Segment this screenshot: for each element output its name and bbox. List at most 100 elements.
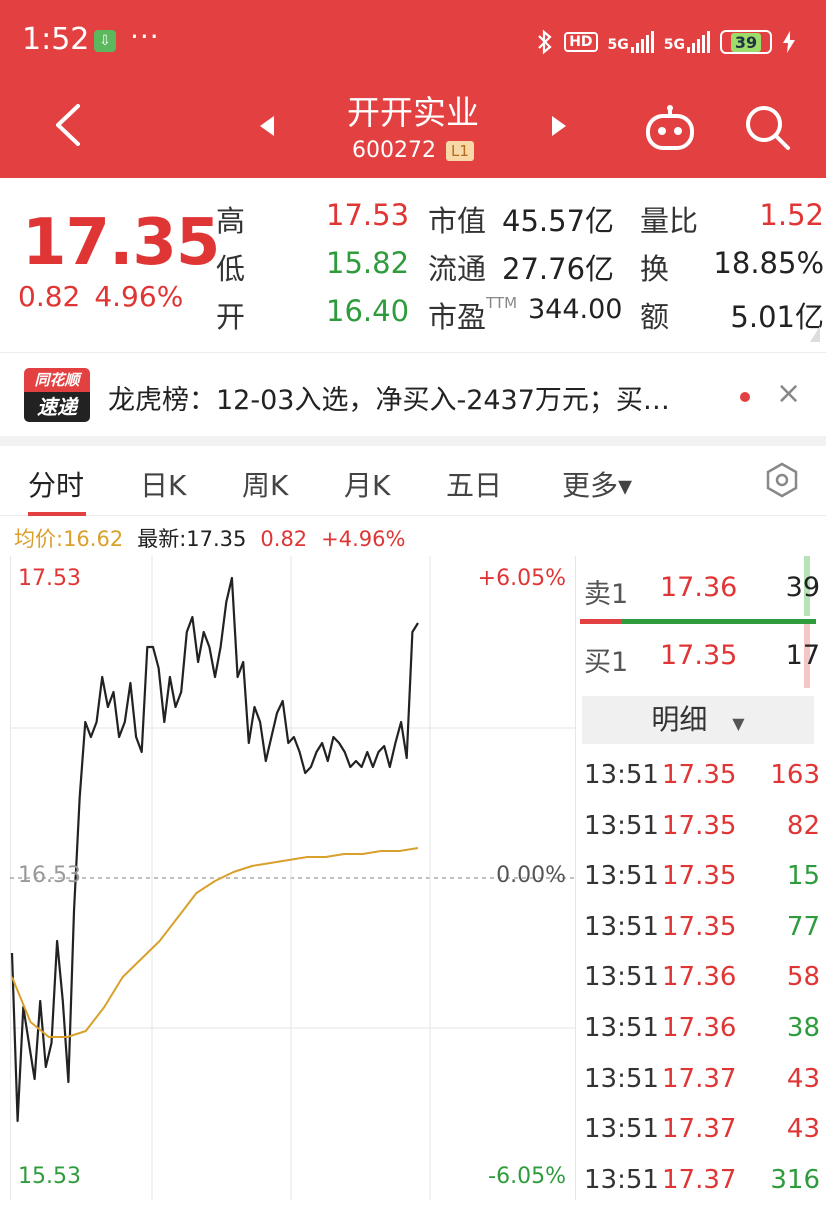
- pct-label-mid: 0.00%: [496, 863, 566, 888]
- trade-volume: 316: [770, 1164, 820, 1195]
- signal-icon: 5G: [608, 31, 654, 53]
- quote-panel: 17.35 0.82 4.96% 高 17.53 低 15.82 开 16.40 …: [0, 178, 826, 348]
- tab-five-day[interactable]: 五日: [446, 464, 502, 504]
- ask-price: 17.36: [660, 572, 738, 603]
- signal-icon-2: 5G: [664, 31, 710, 53]
- info-change-pct: +4.96%: [321, 527, 406, 551]
- tab-more[interactable]: 更多▾: [562, 464, 632, 504]
- trade-price: 17.36: [662, 1012, 737, 1043]
- trade-volume: 163: [770, 760, 820, 790]
- trade-time: 13:51: [584, 810, 659, 841]
- trade-volume: 77: [786, 911, 820, 942]
- ths-news-logo: 同花顺 速递: [24, 368, 90, 422]
- orderbook-ratio-bar: [580, 619, 816, 624]
- close-icon[interactable]: ×: [776, 376, 801, 411]
- expand-corner-icon: [810, 326, 820, 342]
- low-value: 15.82: [326, 246, 410, 280]
- download-icon: ⇩: [94, 30, 116, 52]
- turnover-value: 18.85%: [713, 246, 824, 280]
- trade-volume: 82: [786, 810, 820, 841]
- ask-label: 卖1: [584, 579, 629, 610]
- vol-ratio-label: 量比: [640, 204, 699, 238]
- vol-ratio-value: 1.52: [759, 198, 824, 232]
- current-price: 17.35: [22, 206, 220, 280]
- trade-time: 13:51: [584, 962, 659, 993]
- y-label-mid: 16.53: [18, 863, 81, 888]
- header: 1:52 ⇩ ··· HD 5G 5G 39 开开实业 600272 L1: [0, 0, 826, 178]
- orderbook-ratio-fill: [580, 619, 623, 624]
- mktcap-label: 市值: [428, 204, 487, 238]
- ask-volume: 39: [785, 572, 820, 603]
- status-bar: 1:52 ⇩ ··· HD 5G 5G 39: [0, 0, 826, 84]
- bid-label: 买1: [584, 647, 629, 678]
- trade-row: 13:51 17.37 43: [584, 1106, 820, 1157]
- tab-monthly-k[interactable]: 月K: [344, 464, 390, 504]
- unread-dot: [740, 392, 750, 402]
- trade-volume: 43: [786, 1063, 820, 1094]
- info-change: 0.82: [260, 527, 308, 551]
- next-stock-button[interactable]: [546, 114, 570, 138]
- news-ticker[interactable]: 同花顺 速递 龙虎榜：12-03入选，净买入-2437万元；买… ×: [0, 354, 826, 436]
- settings-icon[interactable]: [764, 462, 800, 498]
- amount-label: 额: [640, 300, 670, 334]
- search-icon[interactable]: [742, 102, 792, 152]
- trade-price: 17.35: [662, 911, 737, 942]
- trade-time: 13:51: [584, 1114, 659, 1145]
- trade-row: 13:51 17.37 316: [584, 1157, 820, 1207]
- open-value: 16.40: [326, 294, 410, 328]
- trade-row: 13:51 17.36 38: [584, 1005, 820, 1056]
- trade-time: 13:51: [584, 911, 659, 942]
- detail-dropdown[interactable]: 明细 ▼: [582, 696, 814, 744]
- low-label: 低: [216, 252, 246, 286]
- tab-intraday[interactable]: 分时: [28, 464, 84, 504]
- chevron-down-icon: ▼: [732, 714, 745, 733]
- trade-row: 13:51 17.35 77: [584, 904, 820, 955]
- trade-volume: 58: [786, 962, 820, 993]
- latest-price-label: 最新:17.35: [137, 527, 247, 551]
- trade-price: 17.37: [662, 1114, 737, 1145]
- section-gap: [0, 436, 826, 446]
- status-icons: HD 5G 5G 39: [536, 26, 796, 58]
- chart-svg: [10, 556, 576, 1200]
- stock-name: 开开实业: [347, 93, 479, 132]
- high-value: 17.53: [326, 198, 410, 232]
- pe-ttm-superscript: TTM: [486, 294, 518, 312]
- price-line: [10, 576, 419, 1123]
- battery-icon: 39: [720, 30, 772, 54]
- trade-price: 17.37: [662, 1063, 737, 1094]
- change-value: 0.82: [18, 280, 81, 313]
- bid-row: 买1 17.35 17: [584, 640, 820, 678]
- trade-time: 13:51: [584, 760, 659, 790]
- trade-list[interactable]: 13:51 17.35 163 13:51 17.35 82 13:51 17.35 15 13:…: [584, 752, 820, 1207]
- pct-label-bottom: -6.05%: [488, 1164, 566, 1189]
- robot-assistant-icon[interactable]: [644, 104, 696, 152]
- price-change: 0.82 4.96%: [18, 280, 183, 313]
- open-label: 开: [216, 300, 246, 334]
- float-label: 流通: [428, 252, 487, 286]
- tab-daily-k[interactable]: 日K: [140, 464, 186, 504]
- hd-icon: HD: [564, 32, 598, 52]
- pe-label: 市盈TTM: [428, 294, 518, 334]
- mktcap-value: 45.57亿: [502, 204, 615, 238]
- bid-volume: 17: [785, 640, 820, 671]
- trade-time: 13:51: [584, 1164, 659, 1195]
- clock: 1:52: [22, 22, 90, 57]
- bluetooth-icon: [538, 29, 552, 55]
- trade-price: 17.36: [662, 962, 737, 993]
- news-text[interactable]: 龙虎榜：12-03入选，净买入-2437万元；买…: [108, 378, 670, 417]
- stock-code: 600272: [352, 138, 437, 163]
- intraday-chart[interactable]: 17.53 16.53 15.53 +6.05% 0.00% -6.05%: [0, 556, 576, 1200]
- trade-row: 13:51 17.35 82: [584, 803, 820, 854]
- trade-row: 13:51 17.36 58: [584, 954, 820, 1005]
- trade-time: 13:51: [584, 1012, 659, 1043]
- trade-time: 13:51: [584, 1063, 659, 1094]
- turnover-label: 换: [640, 252, 670, 286]
- tab-weekly-k[interactable]: 周K: [242, 464, 288, 504]
- bid-price: 17.35: [660, 640, 738, 671]
- trade-row: 13:51 17.37 43: [584, 1056, 820, 1107]
- trade-price: 17.35: [662, 760, 737, 790]
- pct-label-top: +6.05%: [477, 566, 566, 591]
- trade-time: 13:51: [584, 861, 659, 892]
- avg-price-label: 均价:16.62: [14, 527, 124, 551]
- y-label-bottom: 15.53: [18, 1164, 81, 1189]
